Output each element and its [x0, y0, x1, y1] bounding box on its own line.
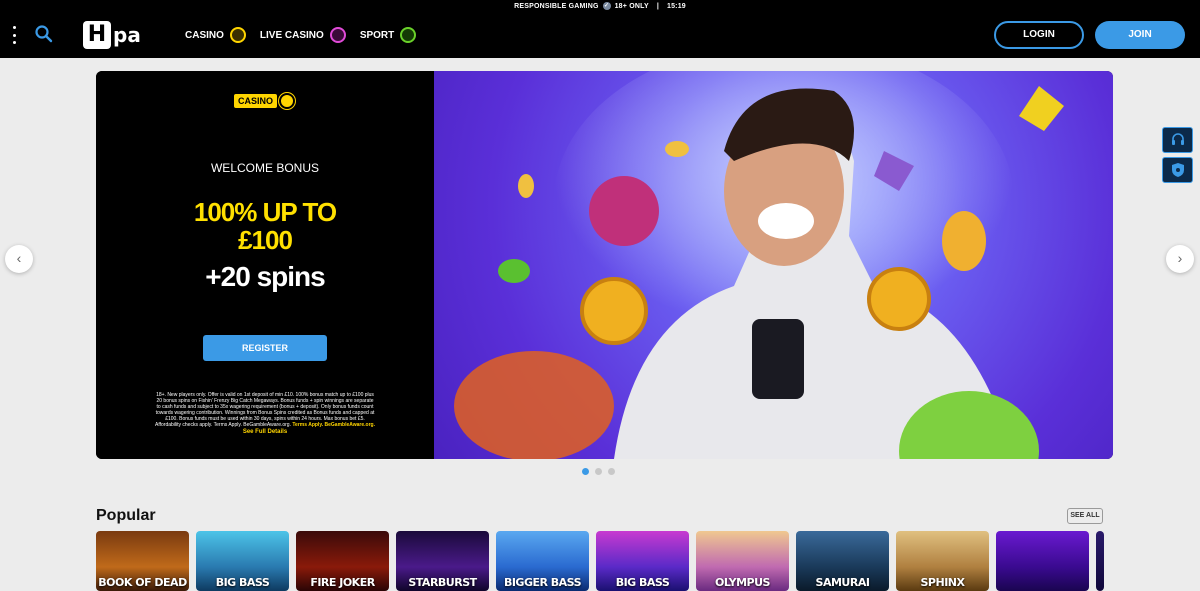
football-icon [400, 27, 417, 43]
clock-time: 15:19 [667, 2, 686, 10]
carousel-prev-button[interactable]: ‹ [5, 245, 33, 273]
login-button[interactable]: LOGIN [994, 21, 1084, 49]
nav-casino-label: CASINO [185, 29, 224, 41]
main-nav: CASINO LIVE CASINO SPORT [185, 24, 417, 46]
crown-icon [279, 93, 296, 109]
welcome-bonus-label: WELCOME BONUS [210, 161, 319, 175]
popular-section-title: Popular [96, 507, 156, 524]
bonus-spins: +20 spins [205, 261, 325, 292]
promo-banner[interactable]: CASINO WELCOME BONUS 100% UP TO £100 +20… [96, 71, 1113, 459]
game-tile[interactable]: BOOK OF DEAD [96, 531, 189, 591]
game-tile[interactable]: FIRE JOKER [296, 531, 389, 591]
carousel-next-button[interactable]: › [1166, 245, 1194, 273]
promo-illustration [454, 71, 1064, 459]
terms-link[interactable]: Terms Apply. BeGambleAware.org. [292, 422, 375, 428]
game-tile[interactable]: SAMURAI [796, 531, 889, 591]
headset-icon [1171, 133, 1184, 145]
strip-separator: | [656, 2, 659, 10]
register-button[interactable]: REGISTER [203, 335, 327, 361]
see-all-button[interactable]: SEE ALL [1067, 508, 1103, 524]
category-label: CASINO [234, 94, 278, 108]
game-tile[interactable]: BIG BASS [196, 531, 289, 591]
chip-icon [329, 27, 346, 43]
search-icon[interactable] [34, 24, 54, 44]
support-chat-button[interactable] [1162, 127, 1193, 153]
game-tile[interactable]: SPHINX [896, 531, 989, 591]
game-tile[interactable]: STARBURST [396, 531, 489, 591]
join-button[interactable]: JOIN [1095, 21, 1185, 49]
shield-icon [1171, 163, 1184, 177]
bonus-line-1: 100% UP TO [193, 197, 337, 227]
responsible-gaming-text[interactable]: RESPONSIBLE GAMING [514, 3, 599, 10]
safer-gambling-button[interactable] [1162, 157, 1193, 183]
nav-casino[interactable]: CASINO [185, 27, 246, 43]
hopa-logo[interactable]: H pa [83, 21, 141, 49]
nav-sport[interactable]: SPORT [359, 27, 417, 43]
nav-live-casino-label: LIVE CASINO [259, 29, 324, 41]
age-restriction-text: 18+ ONLY [614, 2, 649, 10]
bonus-amount: 100% UP TO £100 [96, 198, 434, 254]
crown-icon [229, 27, 246, 43]
game-tile[interactable]: BIGGER BASS [496, 531, 589, 591]
site-header: H pa CASINO LIVE CASINO SPORT LOGIN JOIN [0, 12, 1200, 58]
verified-icon: ✓ [602, 2, 611, 10]
nav-sport-label: SPORT [359, 29, 395, 41]
casino-category-badge: CASINO [234, 93, 296, 109]
logo-h: H [83, 21, 111, 49]
game-tile[interactable]: OLYMPUS [696, 531, 789, 591]
carousel-dots [582, 468, 615, 475]
carousel-dot[interactable] [595, 468, 602, 475]
responsible-gaming-strip: RESPONSIBLE GAMING ✓ 18+ ONLY | 15:19 [0, 0, 1200, 12]
carousel-dot[interactable] [608, 468, 615, 475]
game-tile[interactable]: BIG BASS [596, 531, 689, 591]
menu-icon[interactable] [10, 26, 18, 44]
see-full-details-link[interactable]: See Full Details [154, 429, 376, 435]
logo-text: pa [113, 23, 141, 47]
carousel-dot[interactable] [582, 468, 589, 475]
game-tile[interactable] [1096, 531, 1104, 591]
terms-text: 18+. New players only. Offer is valid on… [154, 392, 376, 435]
bonus-line-2: £100 [238, 225, 293, 255]
nav-live-casino[interactable]: LIVE CASINO [260, 27, 346, 43]
promo-panel: CASINO WELCOME BONUS 100% UP TO £100 +20… [96, 71, 434, 459]
promo-image [434, 71, 1113, 459]
popular-games-row: BOOK OF DEAD BIG BASS FIRE JOKER STARBURST B… [96, 531, 1104, 591]
game-tile[interactable] [996, 531, 1089, 591]
